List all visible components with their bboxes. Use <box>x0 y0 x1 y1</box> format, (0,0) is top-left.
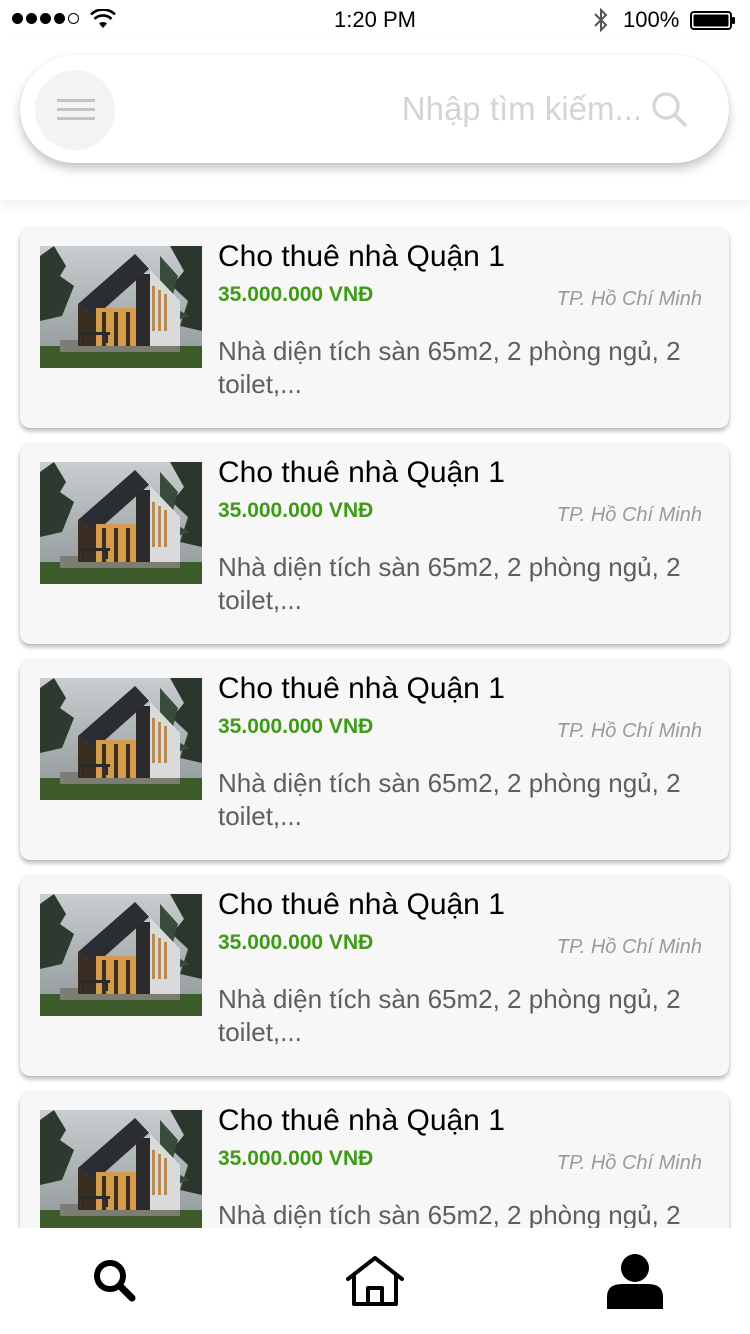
listing-location: TP. Hồ Chí Minh <box>556 1152 702 1174</box>
listing-card[interactable]: Cho thuê nhà Quận 1 35.000.000 VNĐ TP. H… <box>20 876 729 1076</box>
listing-description: Nhà diện tích sàn 65m2, 2 phòng ngủ, 2 t… <box>218 768 681 831</box>
listing-title: Cho thuê nhà Quận 1 <box>218 1104 505 1137</box>
header <box>0 40 750 200</box>
nav-search-button[interactable] <box>55 1228 175 1334</box>
search-bar <box>20 55 729 163</box>
bluetooth-icon <box>594 7 608 33</box>
listing-description: Nhà diện tích sàn 65m2, 2 phòng ngủ, 2 t… <box>218 552 681 615</box>
search-icon[interactable] <box>650 90 688 128</box>
house-photo-icon <box>40 678 202 800</box>
listing-price: 35.000.000 VNĐ <box>218 499 374 522</box>
listing-location: TP. Hồ Chí Minh <box>556 504 702 526</box>
listing-price: 35.000.000 VNĐ <box>218 931 374 954</box>
status-bar: 1:20 PM 100% <box>0 0 750 40</box>
search-input[interactable] <box>140 79 642 139</box>
listing-thumbnail <box>40 1110 202 1228</box>
listing-title: Cho thuê nhà Quận 1 <box>218 672 505 705</box>
user-icon <box>607 1254 663 1309</box>
house-photo-icon <box>40 1110 202 1228</box>
battery-percent: 100% <box>623 7 680 32</box>
home-icon <box>346 1256 404 1306</box>
listing-description: Nhà diện tích sàn 65m2, 2 phòng ngủ, 2 t… <box>218 984 681 1047</box>
listing-card[interactable]: Cho thuê nhà Quận 1 35.000.000 VNĐ TP. H… <box>20 1092 729 1228</box>
listing-location: TP. Hồ Chí Minh <box>556 936 702 958</box>
listing-title: Cho thuê nhà Quận 1 <box>218 240 505 273</box>
menu-button[interactable] <box>35 70 115 150</box>
listing-thumbnail <box>40 678 202 800</box>
listing-description: Nhà diện tích sàn 65m2, 2 phòng ngủ, 2 t… <box>218 336 681 399</box>
listing-card[interactable]: Cho thuê nhà Quận 1 35.000.000 VNĐ TP. H… <box>20 228 729 428</box>
bottom-nav <box>0 1228 750 1334</box>
listing-thumbnail <box>40 894 202 1016</box>
listing-title: Cho thuê nhà Quận 1 <box>218 888 505 921</box>
listing-title: Cho thuê nhà Quận 1 <box>218 456 505 489</box>
listing-location: TP. Hồ Chí Minh <box>556 720 702 742</box>
nav-home-button[interactable] <box>315 1228 435 1334</box>
listing-card[interactable]: Cho thuê nhà Quận 1 35.000.000 VNĐ TP. H… <box>20 660 729 860</box>
listing-location: TP. Hồ Chí Minh <box>556 288 702 310</box>
listing-description: Nhà diện tích sàn 65m2, 2 phòng ngủ, 2 t… <box>218 1200 681 1228</box>
house-photo-icon <box>40 462 202 584</box>
house-photo-icon <box>40 246 202 368</box>
battery-icon <box>690 11 735 30</box>
listing-card[interactable]: Cho thuê nhà Quận 1 35.000.000 VNĐ TP. H… <box>20 444 729 644</box>
listing-price: 35.000.000 VNĐ <box>218 1147 374 1170</box>
listing-list: Cho thuê nhà Quận 1 35.000.000 VNĐ TP. H… <box>0 200 750 1228</box>
listing-thumbnail <box>40 246 202 368</box>
search-icon <box>94 1260 136 1302</box>
listing-price: 35.000.000 VNĐ <box>218 283 374 306</box>
listing-thumbnail <box>40 462 202 584</box>
nav-profile-button[interactable] <box>575 1228 695 1334</box>
house-photo-icon <box>40 894 202 1016</box>
listing-price: 35.000.000 VNĐ <box>218 715 374 738</box>
